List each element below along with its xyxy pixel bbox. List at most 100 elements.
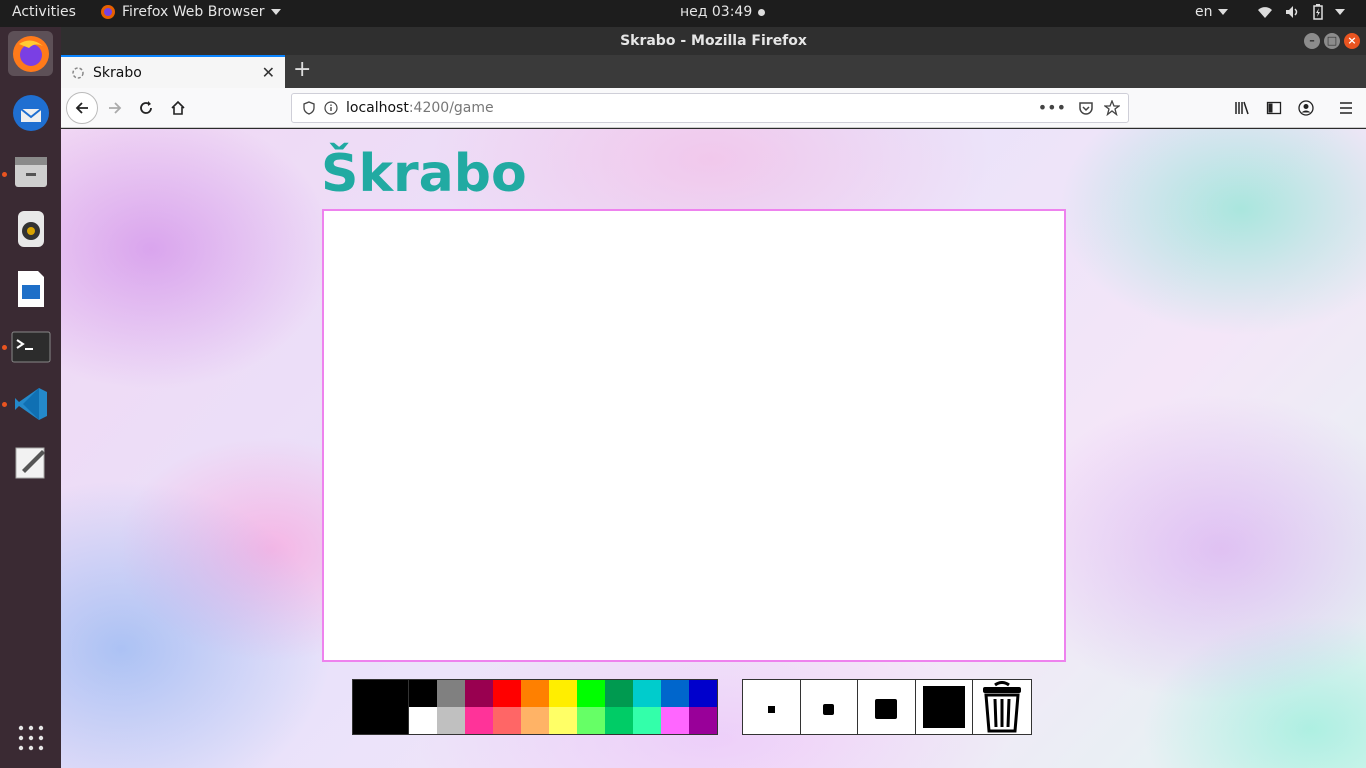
- running-indicator: [2, 402, 7, 407]
- maximize-button[interactable]: □: [1324, 33, 1340, 49]
- brush-size-small-button[interactable]: [743, 680, 801, 734]
- color-swatch[interactable]: [409, 680, 437, 707]
- terminal-icon: [11, 331, 50, 362]
- reload-icon: [140, 101, 152, 114]
- large-brush-icon: [875, 699, 898, 719]
- brush-size-xlarge-button[interactable]: [915, 680, 974, 734]
- color-swatch[interactable]: [633, 707, 661, 734]
- home-icon: [171, 100, 185, 115]
- color-swatch[interactable]: [465, 680, 493, 707]
- color-swatch[interactable]: [605, 680, 633, 707]
- color-swatch[interactable]: [661, 680, 689, 707]
- color-swatch[interactable]: [521, 707, 549, 734]
- thunderbird-icon: [12, 94, 49, 131]
- window-title: Skrabo - Mozilla Firefox: [620, 33, 807, 49]
- system-top-bar: Activities Firefox Web Browser нед 03:49…: [0, 0, 1366, 27]
- color-swatch[interactable]: [409, 707, 437, 734]
- text-editor-icon: [15, 447, 45, 478]
- bookmark-star-icon[interactable]: [1104, 100, 1120, 116]
- account-button[interactable]: [1292, 94, 1320, 122]
- color-swatch[interactable]: [577, 680, 605, 707]
- app-menu[interactable]: Firefox Web Browser: [100, 4, 281, 20]
- color-swatch[interactable]: [465, 707, 493, 734]
- url-host: localhost: [346, 100, 409, 116]
- color-swatch[interactable]: [689, 707, 717, 734]
- notification-dot-icon: [758, 8, 766, 16]
- arrow-left-icon: [75, 102, 88, 114]
- color-swatch[interactable]: [577, 707, 605, 734]
- trash-icon: [983, 681, 1022, 733]
- activities-button[interactable]: Activities: [12, 4, 76, 20]
- color-swatch[interactable]: [661, 707, 689, 734]
- tab-skrabo[interactable]: Skrabo ✕: [61, 55, 285, 88]
- dock-rhythmbox[interactable]: [8, 206, 53, 251]
- account-icon: [1298, 100, 1314, 116]
- color-swatch[interactable]: [493, 707, 521, 734]
- wifi-icon: [1258, 7, 1272, 18]
- sidebar-button[interactable]: [1260, 94, 1288, 122]
- library-button[interactable]: [1228, 94, 1256, 122]
- navigation-toolbar: localhost:4200/game •••: [61, 88, 1366, 128]
- brush-size-medium-button[interactable]: [800, 680, 859, 734]
- dock-firefox[interactable]: [8, 31, 53, 76]
- dock-vscode[interactable]: [8, 381, 53, 426]
- current-color-preview: [353, 680, 409, 734]
- address-bar[interactable]: localhost:4200/game •••: [291, 93, 1129, 123]
- shield-icon[interactable]: [302, 101, 316, 115]
- dock-text-editor[interactable]: [8, 440, 53, 485]
- speaker-icon: [17, 210, 44, 247]
- minimize-button[interactable]: –: [1304, 33, 1320, 49]
- arrow-right-icon: [109, 102, 122, 114]
- show-applications-button[interactable]: [8, 715, 53, 760]
- drawing-canvas[interactable]: [322, 209, 1066, 662]
- clock-label: нед 03:49: [680, 4, 753, 20]
- color-swatch[interactable]: [605, 707, 633, 734]
- brush-toolbar: [742, 679, 1032, 735]
- home-button[interactable]: [164, 94, 192, 122]
- xlarge-brush-icon: [923, 686, 966, 728]
- color-swatch[interactable]: [437, 680, 465, 707]
- page-actions-icon[interactable]: •••: [1038, 98, 1066, 117]
- files-icon: [14, 156, 47, 187]
- close-window-button[interactable]: ×: [1344, 33, 1360, 49]
- system-tray[interactable]: [1257, 4, 1345, 20]
- tab-title: Skrabo: [93, 64, 142, 81]
- swatch-grid: [409, 680, 717, 734]
- sidebar-icon: [1266, 101, 1282, 115]
- color-swatch[interactable]: [521, 680, 549, 707]
- dock: [0, 27, 61, 768]
- back-button[interactable]: [66, 92, 98, 124]
- color-swatch[interactable]: [633, 680, 661, 707]
- tab-strip: Skrabo ✕ +: [61, 55, 1366, 88]
- color-swatch[interactable]: [549, 707, 577, 734]
- document-icon: [17, 270, 44, 307]
- color-swatch[interactable]: [549, 680, 577, 707]
- color-swatch[interactable]: [689, 680, 717, 707]
- keyboard-layout-menu[interactable]: en: [1195, 4, 1228, 20]
- color-palette: [352, 679, 718, 735]
- window-title-bar: Skrabo - Mozilla Firefox – □ ×: [61, 27, 1366, 55]
- dock-terminal[interactable]: [8, 324, 53, 369]
- chevron-down-icon: [1335, 9, 1345, 15]
- close-tab-icon[interactable]: ✕: [262, 63, 275, 82]
- dock-thunderbird[interactable]: [8, 90, 53, 135]
- library-icon: [1235, 101, 1249, 115]
- chevron-down-icon: [1217, 9, 1228, 15]
- dock-files[interactable]: [8, 149, 53, 194]
- clear-canvas-button[interactable]: [973, 680, 1031, 734]
- url-path: :4200/game: [408, 100, 494, 116]
- clock[interactable]: нед 03:49: [680, 4, 766, 20]
- info-icon[interactable]: [324, 101, 338, 115]
- grid-icon: [18, 725, 43, 750]
- reload-button[interactable]: [132, 94, 160, 122]
- menu-button[interactable]: [1332, 94, 1360, 122]
- color-swatch[interactable]: [437, 707, 465, 734]
- forward-button[interactable]: [101, 94, 129, 122]
- battery-icon: [1313, 4, 1323, 20]
- pocket-icon[interactable]: [1078, 100, 1094, 116]
- new-tab-button[interactable]: +: [293, 57, 311, 82]
- color-swatch[interactable]: [493, 680, 521, 707]
- firefox-icon: [12, 35, 49, 72]
- dock-writer[interactable]: [8, 266, 53, 311]
- brush-size-large-button[interactable]: [858, 680, 916, 734]
